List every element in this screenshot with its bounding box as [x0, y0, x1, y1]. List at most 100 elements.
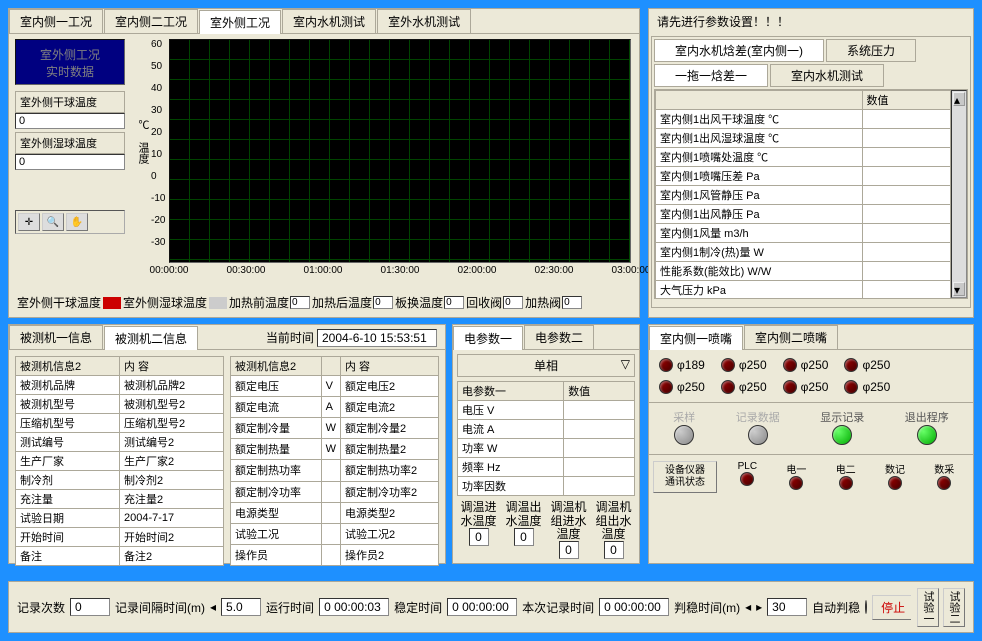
nozzle-label: φ250	[739, 358, 767, 372]
machine-info-table-2: 被测机信息2内 容 额定电压V额定电压2额定电流A额定电流2额定制冷量W额定制冷…	[230, 356, 439, 566]
right-tab-top-1[interactable]: 系统压力	[826, 39, 916, 62]
temp-value-3: 0	[604, 541, 624, 559]
tool-zoom-icon[interactable]: 🔍	[42, 213, 64, 231]
blue-box-line1: 室外侧工况	[22, 46, 118, 63]
this-rec-time: 0 00:00:00	[599, 598, 669, 616]
action-led-1[interactable]	[748, 425, 768, 445]
comm-label-1: 电一	[786, 461, 806, 476]
top-tab-1[interactable]: 室内侧二工况	[104, 9, 198, 33]
elec-tab-0[interactable]: 电参数一	[453, 326, 523, 350]
top-tab-3[interactable]: 室内水机测试	[282, 9, 376, 33]
field-input-0[interactable]	[15, 113, 125, 129]
nozzle-tab-0[interactable]: 室内侧一喷嘴	[649, 326, 743, 350]
table-row-label: 性能系数(能效比) W/W	[656, 262, 863, 281]
top-tab-2[interactable]: 室外侧工况	[199, 10, 281, 34]
top-tab-4[interactable]: 室外水机测试	[377, 9, 471, 33]
scroll-down-icon[interactable]: ▾	[953, 282, 965, 296]
nozzle-led[interactable]	[659, 380, 673, 394]
table-row: 备注备注2	[16, 547, 224, 566]
table-scrollbar[interactable]: ▴ ▾	[951, 90, 967, 298]
temp-value-0: 0	[469, 528, 489, 546]
right-tab-sub-0[interactable]: 一拖一焓差一	[654, 64, 768, 87]
param-input-3[interactable]	[503, 296, 523, 309]
action-label-1: 记录数据	[736, 409, 780, 425]
y-tick: -20	[151, 215, 165, 226]
nozzle-led[interactable]	[783, 380, 797, 394]
param-input-1[interactable]	[373, 296, 393, 309]
right-tab-top-0[interactable]: 室内水机焓差(室内侧一)	[654, 39, 824, 62]
action-led-0[interactable]	[674, 425, 694, 445]
nozzle-label: φ250	[677, 380, 705, 394]
phase-selector[interactable]: 单相 ▽	[457, 354, 635, 377]
table-row: 操作员操作员2	[231, 544, 439, 565]
y-tick: 60	[151, 39, 162, 50]
table-row-value	[862, 281, 951, 300]
mid-tab-0[interactable]: 被测机一信息	[9, 325, 103, 349]
table-row: 被测机型号被测机型号2	[16, 395, 224, 414]
param-label-2: 板换温度	[395, 294, 443, 311]
judge-down[interactable]: ◂	[745, 600, 751, 614]
table-row-value	[862, 167, 951, 186]
param-input-0[interactable]	[290, 296, 310, 309]
interval-down[interactable]: ◂	[210, 600, 216, 614]
col-header-value: 数值	[862, 91, 951, 110]
nozzle-tab-1[interactable]: 室内侧二喷嘴	[744, 325, 838, 349]
comm-status-button[interactable]: 设备仪器通讯状态	[653, 461, 717, 493]
table-row: 额定制热量W额定制热量2	[231, 439, 439, 460]
action-label-2: 显示记录	[820, 409, 864, 425]
param-label-4: 加热阀	[525, 294, 561, 311]
test2-tab[interactable]: 试验二	[943, 588, 965, 627]
action-led-3[interactable]	[917, 425, 937, 445]
x-tick: 01:00:00	[304, 265, 343, 276]
table-row: 制冷剂制冷剂2	[16, 471, 224, 490]
comm-led-0	[740, 472, 754, 486]
comm-led-1	[789, 476, 803, 490]
table-row: 电源类型电源类型2	[231, 502, 439, 523]
x-tick: 00:30:00	[227, 265, 266, 276]
table-row: 充注量充注量2	[16, 490, 224, 509]
y-tick: 30	[151, 105, 162, 116]
table-row: 测试编号测试编号2	[16, 433, 224, 452]
tool-hand-icon[interactable]: ✋	[66, 213, 88, 231]
top-tab-0[interactable]: 室内侧一工况	[9, 9, 103, 33]
action-label-0: 采样	[673, 409, 695, 425]
table-row-label: 大气压力 kPa	[656, 281, 863, 300]
nozzle-label: φ250	[801, 358, 829, 372]
stop-button[interactable]: 停止	[872, 595, 911, 620]
param-input-2[interactable]	[444, 296, 464, 309]
scroll-up-icon[interactable]: ▴	[953, 92, 965, 106]
table-row: 生产厂家生产厂家2	[16, 452, 224, 471]
legend-label-1: 室外侧湿球温度	[123, 294, 207, 311]
mid-tab-1[interactable]: 被测机二信息	[104, 326, 198, 350]
table-row-value	[862, 205, 951, 224]
table-row-value	[862, 129, 951, 148]
test1-tab[interactable]: 试验一	[917, 588, 939, 627]
bottom-status: 记录次数0 记录间隔时间(m) ◂ 5.0 运行时间0 00:00:03 稳定时…	[17, 595, 911, 620]
table-row: 电压 V	[458, 401, 635, 420]
comm-label-2: 电二	[836, 461, 856, 476]
nozzle-led[interactable]	[721, 358, 735, 372]
dropdown-icon[interactable]: ▽	[621, 357, 630, 371]
judge-value[interactable]: 30	[767, 598, 807, 616]
nozzle-led[interactable]	[844, 358, 858, 372]
nozzle-led[interactable]	[844, 380, 858, 394]
interval-value[interactable]: 5.0	[221, 598, 261, 616]
table-row: 被测机品牌被测机品牌2	[16, 376, 224, 395]
table-row-label: 室内侧1喷嘴处温度 ℃	[656, 148, 863, 167]
run-time: 0 00:00:03	[319, 598, 389, 616]
judge-up[interactable]: ▸	[756, 600, 762, 614]
temp-value-1: 0	[514, 528, 534, 546]
field-input-1[interactable]	[15, 154, 125, 170]
right-tab-sub-1[interactable]: 室内水机测试	[770, 64, 884, 87]
nozzle-led[interactable]	[721, 380, 735, 394]
table-row-label: 室内侧1出风干球温度 ℃	[656, 110, 863, 129]
tool-crosshair-icon[interactable]: ✛	[18, 213, 40, 231]
param-input-4[interactable]	[562, 296, 582, 309]
action-led-2[interactable]	[832, 425, 852, 445]
nozzle-led[interactable]	[783, 358, 797, 372]
nozzle-label: φ250	[739, 380, 767, 394]
elec-tab-1[interactable]: 电参数二	[524, 325, 594, 349]
nozzle-led[interactable]	[659, 358, 673, 372]
comm-label-3: 数记	[885, 461, 905, 476]
table-row-value	[862, 110, 951, 129]
